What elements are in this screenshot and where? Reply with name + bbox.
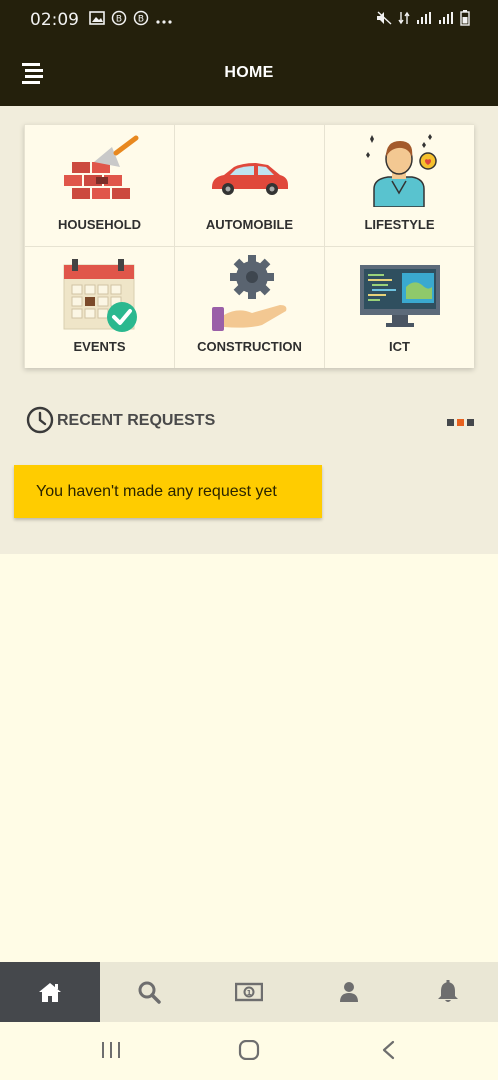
car-icon bbox=[211, 163, 288, 195]
svg-text:1: 1 bbox=[247, 989, 252, 997]
empty-requests-message: You haven't made any request yet bbox=[14, 465, 322, 518]
status-bar: 02:09 B B bbox=[0, 0, 498, 40]
category-ict[interactable]: ICT bbox=[325, 247, 474, 368]
person-icon bbox=[365, 134, 437, 207]
system-nav-bar bbox=[0, 1022, 498, 1080]
home-content: HOUSEHOLD AUTOMOBILE LIFESTYLE EVENTS CO… bbox=[0, 106, 498, 554]
category-label: ICT bbox=[389, 339, 410, 354]
user-icon bbox=[339, 982, 358, 1002]
notification-b-icon: B bbox=[111, 10, 127, 31]
home-nav-icon[interactable] bbox=[238, 1039, 260, 1065]
category-events[interactable]: EVENTS bbox=[25, 247, 174, 368]
gallery-icon bbox=[89, 10, 105, 30]
category-lifestyle[interactable]: LIFESTYLE bbox=[325, 125, 474, 246]
category-label: HOUSEHOLD bbox=[57, 217, 142, 232]
recents-icon[interactable] bbox=[100, 1040, 122, 1065]
recent-requests-header: RECENT REQUESTS bbox=[24, 406, 474, 434]
back-icon[interactable] bbox=[378, 1040, 400, 1065]
category-construction[interactable]: CONSTRUCTION bbox=[175, 247, 324, 368]
app-bar: HOME bbox=[0, 40, 498, 106]
clock-icon bbox=[26, 406, 54, 439]
monitor-code-icon bbox=[359, 265, 440, 327]
recent-requests-title: RECENT REQUESTS bbox=[57, 412, 216, 429]
category-label: LIFESTYLE bbox=[364, 217, 435, 232]
svg-text:B: B bbox=[116, 14, 122, 24]
tab-home[interactable] bbox=[0, 962, 100, 1022]
tab-profile[interactable] bbox=[299, 962, 399, 1022]
bottom-tab-bar: 1 bbox=[0, 962, 498, 1022]
gear-hand-icon bbox=[211, 255, 286, 331]
svg-text:B: B bbox=[138, 14, 144, 24]
tab-search[interactable] bbox=[100, 962, 200, 1022]
category-label: CONSTRUCTION bbox=[197, 339, 302, 354]
category-automobile[interactable]: AUTOMOBILE bbox=[175, 125, 324, 246]
mute-icon bbox=[376, 10, 392, 30]
category-household[interactable]: HOUSEHOLD bbox=[25, 125, 174, 246]
tab-payments[interactable]: 1 bbox=[199, 962, 299, 1022]
category-label: AUTOMOBILE bbox=[205, 217, 294, 232]
search-icon bbox=[138, 981, 162, 1004]
more-dots-icon[interactable] bbox=[447, 419, 474, 426]
page-title: HOME bbox=[224, 64, 274, 81]
bell-icon bbox=[438, 980, 459, 1002]
signal-icon bbox=[416, 10, 432, 30]
home-icon bbox=[38, 983, 61, 1002]
money-icon: 1 bbox=[234, 982, 263, 1002]
calendar-check-icon bbox=[63, 259, 137, 332]
category-label: EVENTS bbox=[73, 339, 126, 354]
more-dots-icon bbox=[155, 10, 173, 30]
notification-b-icon: B bbox=[133, 10, 149, 31]
category-grid: HOUSEHOLD AUTOMOBILE LIFESTYLE EVENTS CO… bbox=[24, 124, 474, 368]
signal-icon bbox=[438, 10, 454, 30]
tab-notifications[interactable] bbox=[398, 962, 498, 1022]
status-time: 02:09 bbox=[30, 10, 79, 30]
battery-icon bbox=[460, 9, 470, 31]
data-icon bbox=[398, 10, 410, 31]
brick-trowel-icon bbox=[63, 135, 138, 199]
